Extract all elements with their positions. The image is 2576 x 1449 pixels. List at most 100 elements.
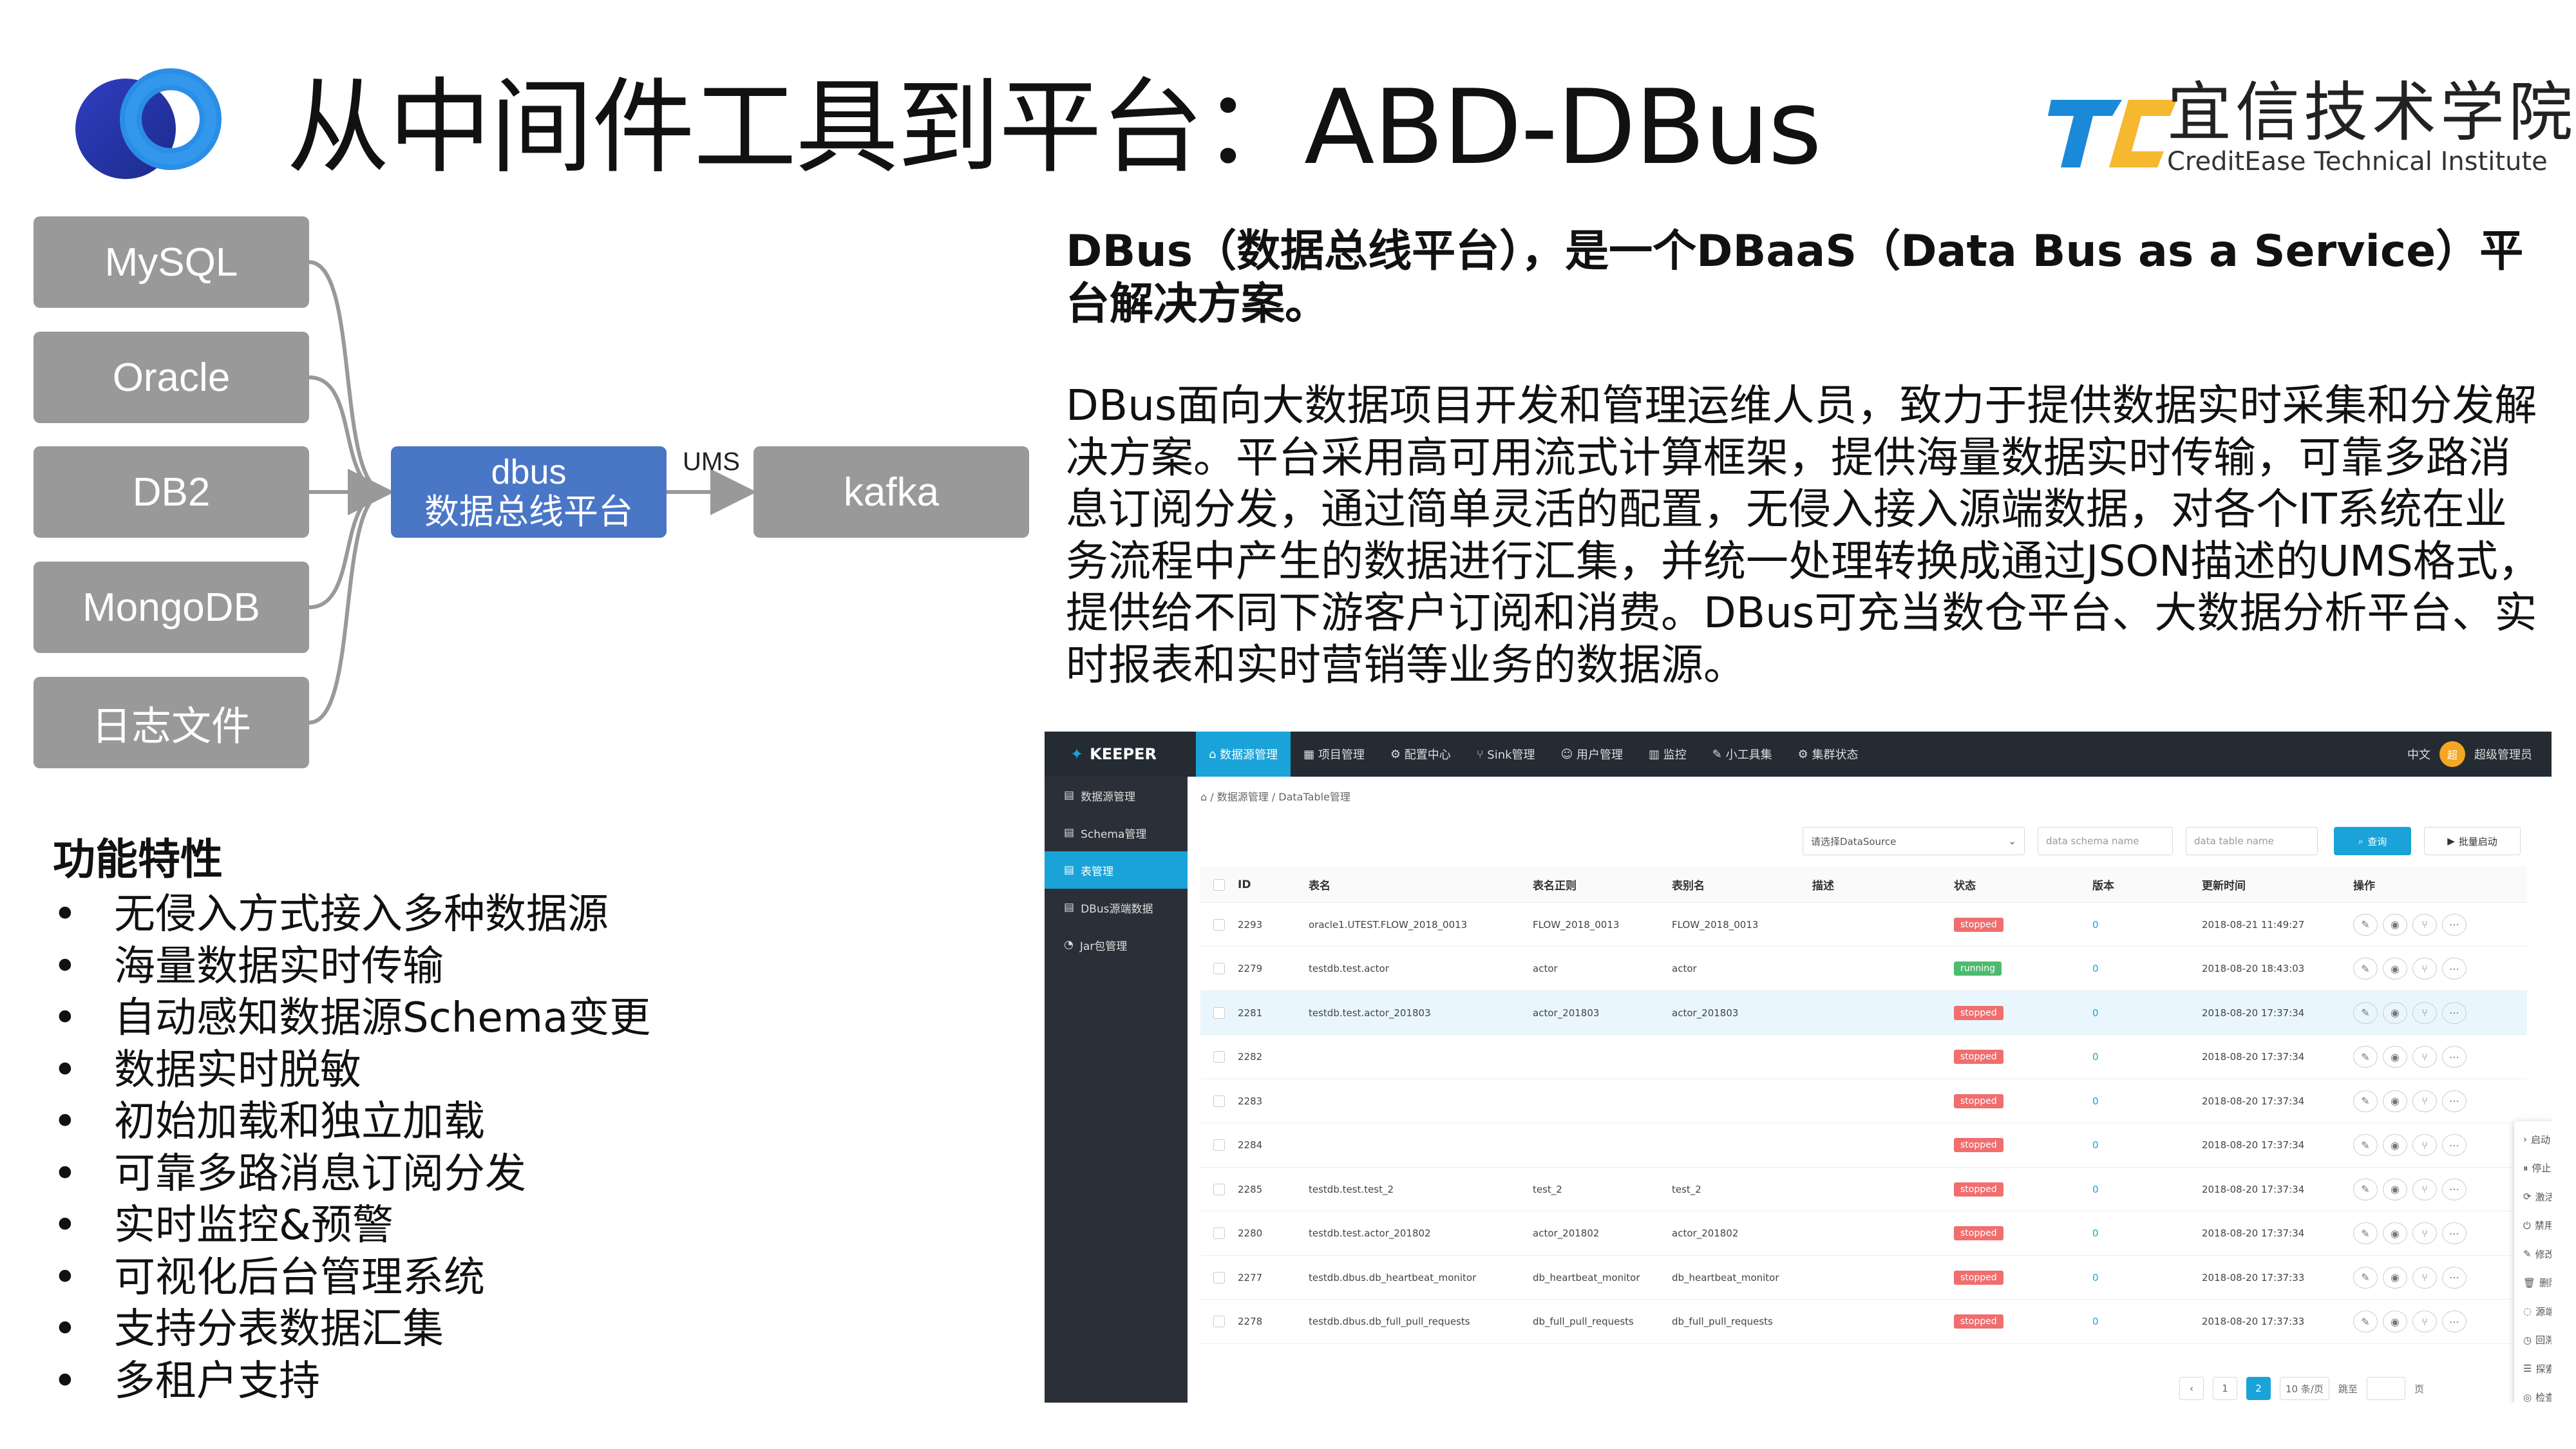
row-checkbox[interactable] <box>1213 1095 1225 1107</box>
more-icon[interactable]: ⋯ <box>2442 1090 2467 1112</box>
sidebar-item-source-data[interactable]: ▤ DBus源端数据 <box>1045 889 1188 926</box>
table-row[interactable]: 2283 stopped 0 2018-08-20 17:37:34 ✎ ◉ ⑂ ⋯ <box>1200 1079 2527 1123</box>
cell-version[interactable]: 0 <box>2092 1184 2099 1195</box>
row-checkbox[interactable] <box>1213 1227 1225 1239</box>
cell-version[interactable]: 0 <box>2092 1272 2099 1283</box>
more-icon[interactable]: ⋯ <box>2442 1222 2467 1244</box>
nav-tools[interactable]: ✎ 小工具集 <box>1700 732 1785 777</box>
more-icon[interactable]: ⋯ <box>2442 1001 2467 1024</box>
menu-item[interactable]: ⏸ 停止 <box>2514 1154 2552 1183</box>
sidebar-item-tables[interactable]: ▤ 表管理 <box>1045 851 1188 889</box>
row-checkbox[interactable] <box>1213 1271 1225 1283</box>
schema-name-input[interactable]: data schema name <box>2038 827 2173 855</box>
menu-item[interactable]: ⏻ 禁用 <box>2514 1211 2552 1240</box>
page-button-current[interactable]: 2 <box>2246 1377 2271 1400</box>
cell-version[interactable]: 0 <box>2092 1227 2099 1239</box>
col-status[interactable]: 状态 <box>1954 876 2092 893</box>
row-checkbox[interactable] <box>1213 1183 1225 1195</box>
row-checkbox[interactable] <box>1213 1316 1225 1327</box>
menu-item[interactable]: ◌源端脱敏 <box>2514 1297 2552 1326</box>
sidebar-item-jars[interactable]: ◔ Jar包管理 <box>1045 926 1188 963</box>
branch-icon[interactable]: ⑂ <box>2412 1311 2437 1332</box>
edit-icon[interactable]: ✎ <box>2353 958 2378 980</box>
view-icon[interactable]: ◉ <box>2383 913 2407 936</box>
branch-icon[interactable]: ⑂ <box>2412 1222 2437 1244</box>
branch-icon[interactable]: ⑂ <box>2412 1266 2437 1289</box>
row-checkbox[interactable] <box>1213 963 1225 974</box>
cell-version[interactable]: 0 <box>2092 1316 2099 1327</box>
table-row[interactable]: 2293 oracle1.UTEST.FLOW_2018_0013 FLOW_201… <box>1200 903 2527 947</box>
cell-version[interactable]: 0 <box>2092 1139 2099 1151</box>
view-icon[interactable]: ◉ <box>2383 1311 2407 1332</box>
user-name[interactable]: 超级管理员 <box>2474 746 2532 762</box>
more-icon[interactable]: ⋯ <box>2442 913 2467 936</box>
row-checkbox[interactable] <box>1213 1051 1225 1063</box>
row-checkbox[interactable] <box>1213 918 1225 931</box>
col-desc[interactable]: 描述 <box>1812 876 1954 893</box>
more-icon[interactable]: ⋯ <box>2442 1046 2467 1068</box>
row-checkbox[interactable] <box>1213 1139 1225 1151</box>
nav-cluster[interactable]: ⚙ 集群状态 <box>1785 732 1871 777</box>
table-row[interactable]: 2279 testdb.test.actor actor actor running 0 2… <box>1200 947 2527 991</box>
table-row[interactable]: 2285 testdb.test.test_2 test_2 test_2 stoppe… <box>1200 1168 2527 1211</box>
page-button[interactable]: 1 <box>2213 1377 2237 1400</box>
cell-version[interactable]: 0 <box>2092 919 2099 931</box>
edit-icon[interactable]: ✎ <box>2353 1266 2378 1289</box>
branch-icon[interactable]: ⑂ <box>2412 1001 2437 1024</box>
nav-project[interactable]: ▦ 项目管理 <box>1291 732 1378 777</box>
view-icon[interactable]: ◉ <box>2383 1222 2407 1244</box>
table-row[interactable]: 2280 testdb.test.actor_201802 actor_201802… <box>1200 1212 2527 1256</box>
edit-icon[interactable]: ✎ <box>2353 913 2378 936</box>
view-icon[interactable]: ◉ <box>2383 1134 2407 1156</box>
datasource-select[interactable]: 请选择DataSource ⌄ <box>1803 827 2025 855</box>
search-button[interactable]: ⌕ 查询 <box>2334 827 2411 855</box>
view-icon[interactable]: ◉ <box>2383 1266 2407 1289</box>
view-icon[interactable]: ◉ <box>2383 958 2407 980</box>
table-row[interactable]: 2278 testdb.dbus.db_full_pull_requests db_… <box>1200 1300 2527 1344</box>
edit-icon[interactable]: ✎ <box>2353 1046 2378 1068</box>
app-brand[interactable]: ✦ KEEPER <box>1045 732 1196 777</box>
branch-icon[interactable]: ⑂ <box>2412 1134 2437 1156</box>
table-name-input[interactable]: data table name <box>2186 827 2318 855</box>
branch-icon[interactable]: ⑂ <box>2412 1046 2437 1068</box>
col-regex[interactable]: 表名正则 <box>1533 876 1672 893</box>
sidebar-item-datasource[interactable]: ▤ 数据源管理 <box>1045 777 1188 814</box>
col-updated[interactable]: 更新时间 <box>2202 876 2353 893</box>
nav-sink[interactable]: ⑂ Sink管理 <box>1464 732 1548 777</box>
edit-icon[interactable]: ✎ <box>2353 1222 2378 1244</box>
select-all-checkbox[interactable] <box>1213 878 1225 891</box>
menu-item[interactable]: › 启动 <box>2514 1125 2552 1154</box>
col-alias[interactable]: 表别名 <box>1672 876 1812 893</box>
view-icon[interactable]: ◉ <box>2383 1090 2407 1112</box>
view-icon[interactable]: ◉ <box>2383 1001 2407 1024</box>
row-checkbox[interactable] <box>1213 1007 1225 1019</box>
edit-icon[interactable]: ✎ <box>2353 1134 2378 1156</box>
cell-version[interactable]: 0 <box>2092 963 2099 974</box>
batch-start-button[interactable]: ▶ 批量启动 <box>2424 827 2521 855</box>
table-row[interactable]: 2282 stopped 0 2018-08-20 17:37:34 ✎ ◉ ⑂ ⋯ <box>1200 1036 2527 1079</box>
col-version[interactable]: 版本 <box>2092 876 2202 893</box>
more-icon[interactable]: ⋯ <box>2442 1266 2467 1289</box>
edit-icon[interactable]: ✎ <box>2353 1311 2378 1332</box>
edit-icon[interactable]: ✎ <box>2353 1178 2378 1200</box>
nav-users[interactable]: ☺ 用户管理 <box>1548 732 1636 777</box>
sidebar-item-schema[interactable]: ▤ Schema管理 <box>1045 814 1188 851</box>
branch-icon[interactable]: ⑂ <box>2412 913 2437 936</box>
more-icon[interactable]: ⋯ <box>2442 1178 2467 1200</box>
table-row[interactable]: 2277 testdb.dbus.db_heartbeat_monitor db_h… <box>1200 1256 2527 1300</box>
menu-item[interactable]: ✎ 修改 <box>2514 1240 2552 1269</box>
menu-item[interactable]: 🗑删除 <box>2514 1269 2552 1298</box>
menu-item[interactable]: ◎检查数据线 <box>2514 1383 2552 1403</box>
edit-icon[interactable]: ✎ <box>2353 1090 2378 1112</box>
col-name[interactable]: 表名 <box>1309 876 1533 893</box>
view-icon[interactable]: ◉ <box>2383 1178 2407 1200</box>
cell-version[interactable]: 0 <box>2092 1051 2099 1063</box>
edit-icon[interactable]: ✎ <box>2353 1001 2378 1024</box>
table-row[interactable]: 2284 stopped 0 2018-08-20 17:37:34 ✎ ◉ ⑂ ⋯ <box>1200 1124 2527 1168</box>
more-icon[interactable]: ⋯ <box>2442 958 2467 980</box>
col-id[interactable]: ID <box>1238 878 1309 891</box>
menu-item[interactable]: ☰探索源端分片列 <box>2514 1354 2552 1383</box>
nav-monitor[interactable]: ▥ 监控 <box>1636 732 1700 777</box>
menu-item[interactable]: ◷回溯式拉全量 <box>2514 1326 2552 1355</box>
view-icon[interactable]: ◉ <box>2383 1046 2407 1068</box>
